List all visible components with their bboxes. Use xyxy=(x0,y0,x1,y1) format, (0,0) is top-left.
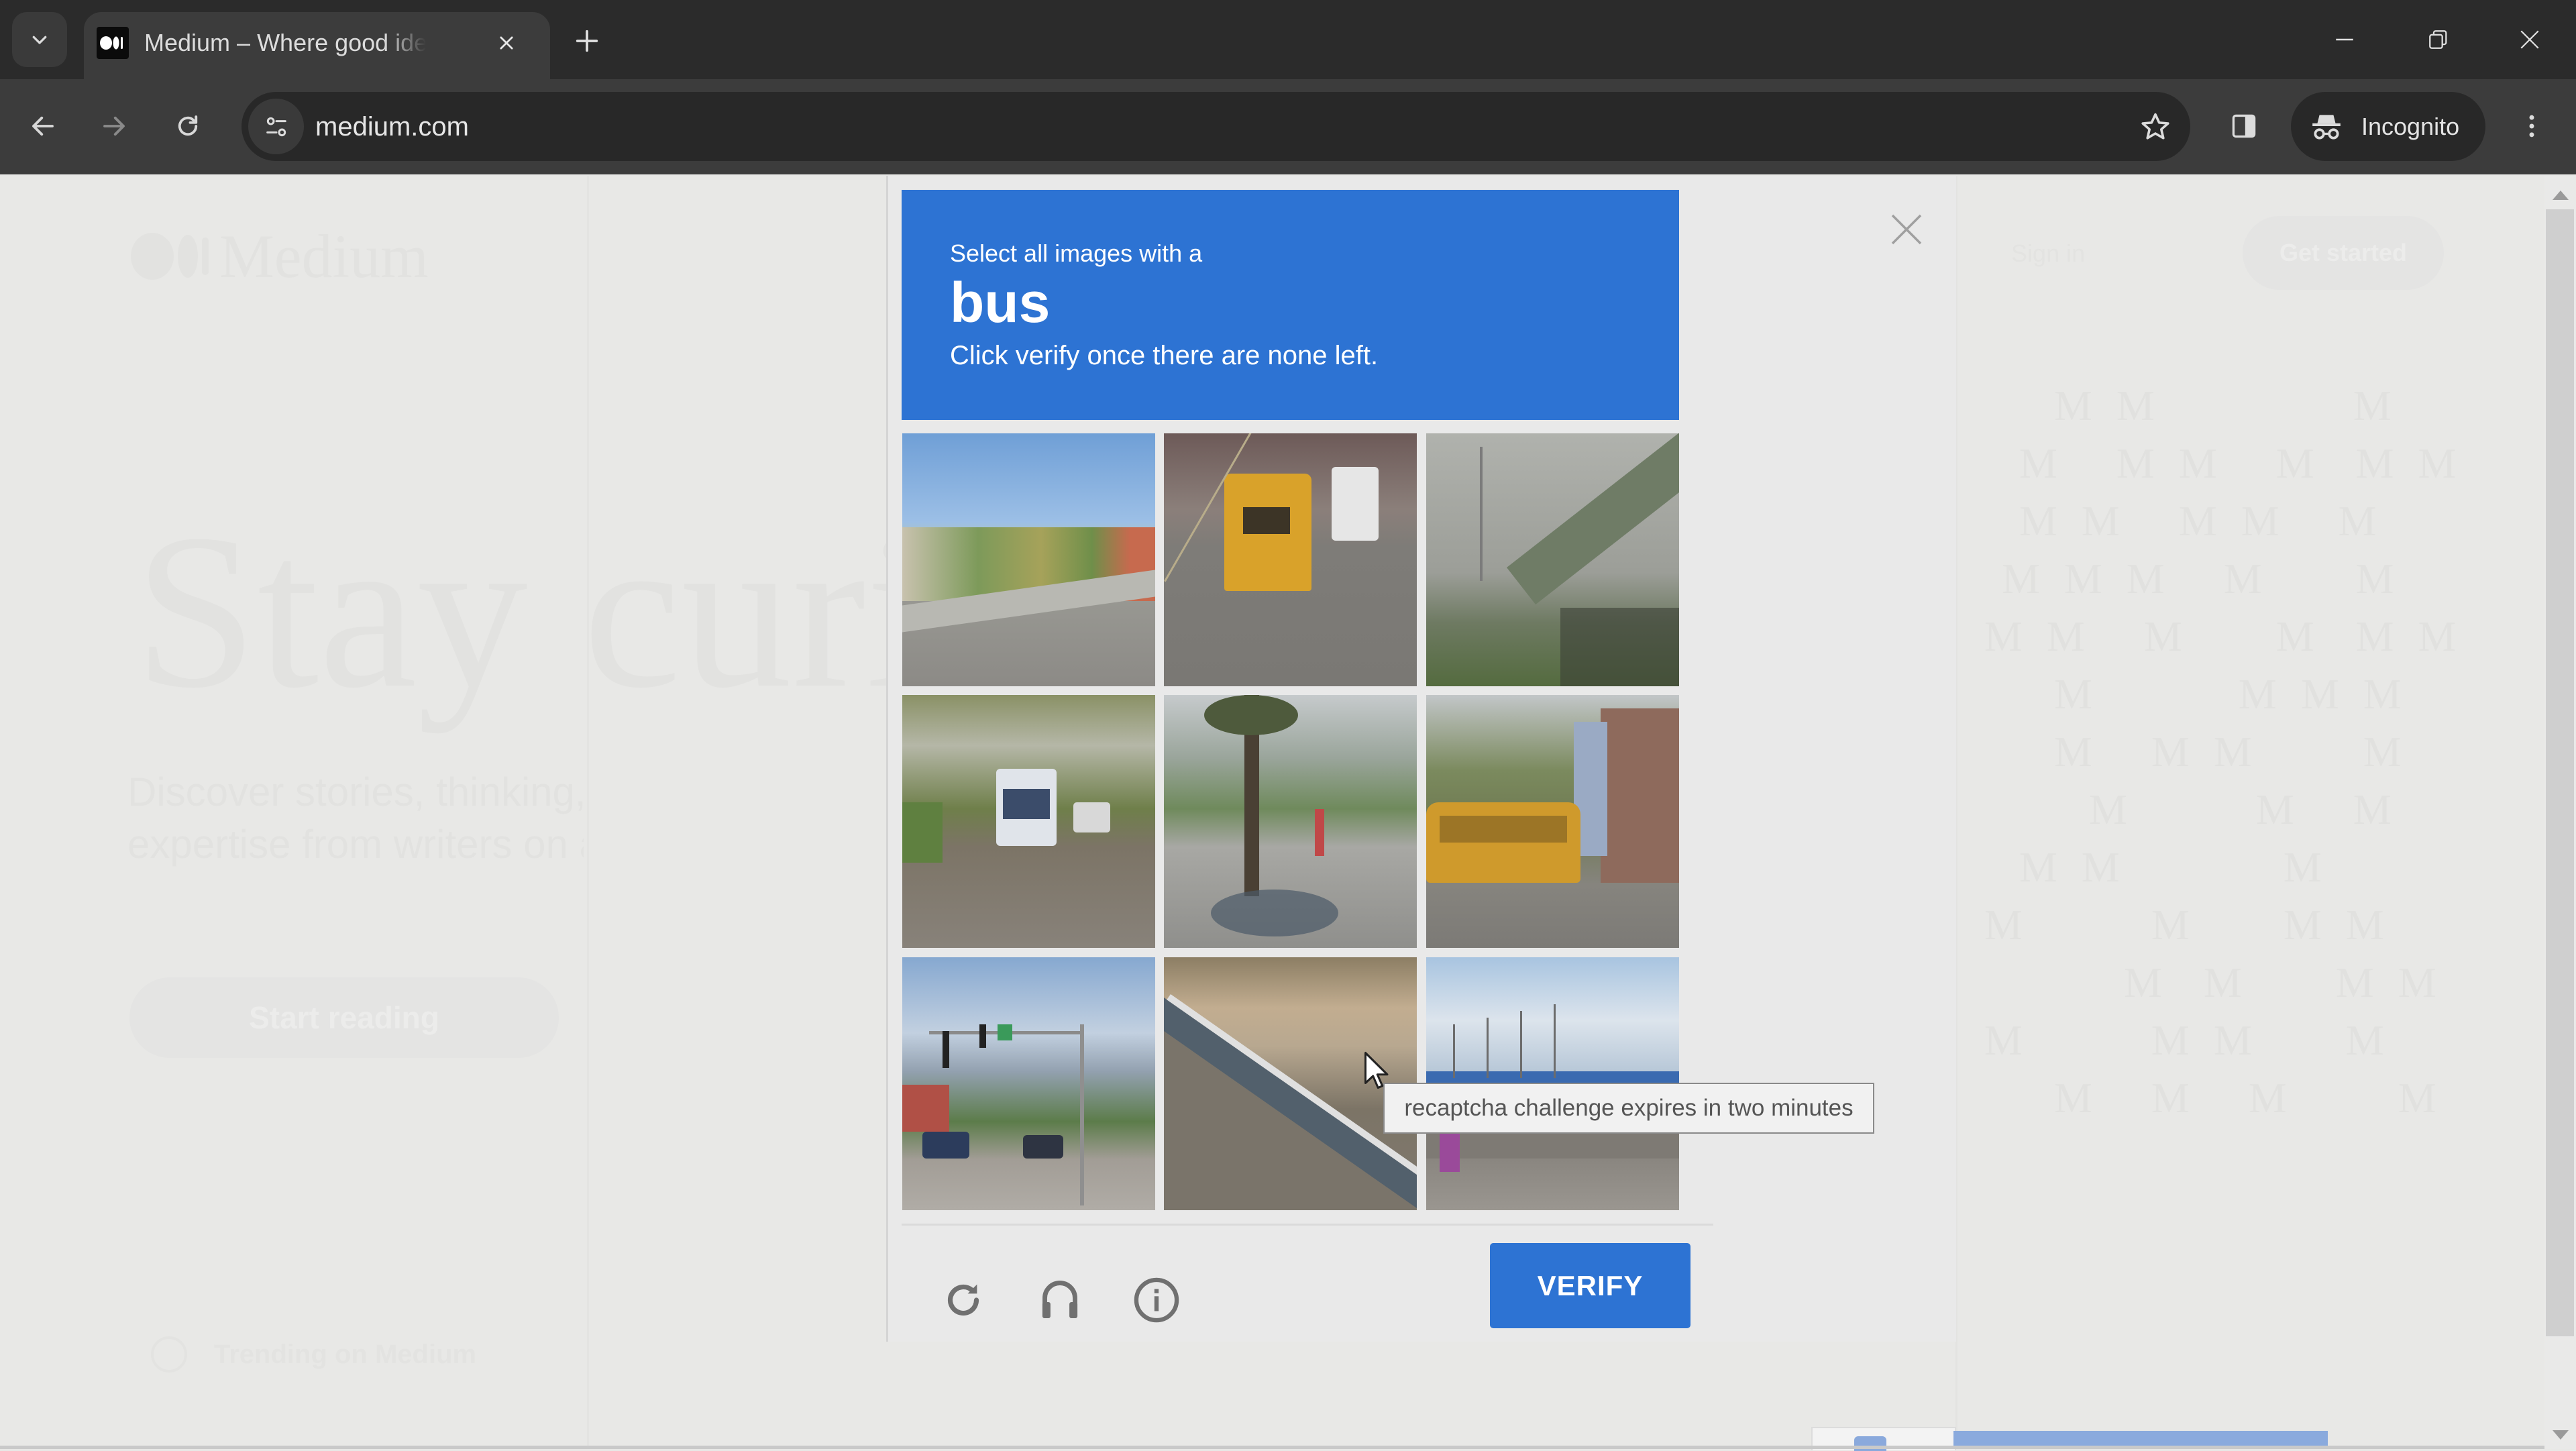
plus-icon xyxy=(576,30,598,52)
chevron-down-icon xyxy=(32,36,47,44)
challenge-prompt: Select all images with a xyxy=(950,239,1203,267)
trending-heading: Trending on Medium xyxy=(151,1336,476,1373)
reload-icon xyxy=(947,1284,979,1316)
bookmark-button[interactable] xyxy=(2135,107,2176,147)
browser-menu-button[interactable] xyxy=(2505,99,2559,153)
page-scrollbar[interactable] xyxy=(2544,176,2576,1449)
tab-medium[interactable]: Medium – Where good ideas find you xyxy=(84,12,550,79)
medium-logo: Medium xyxy=(131,222,429,290)
start-reading-button[interactable]: Start reading xyxy=(129,977,559,1058)
reload-button[interactable] xyxy=(161,99,215,153)
image-tile-1[interactable] xyxy=(902,433,1155,686)
arrow-left-icon xyxy=(32,116,54,136)
info-icon xyxy=(1134,1277,1179,1323)
verify-button[interactable]: VERIFY xyxy=(1490,1243,1690,1328)
back-button[interactable] xyxy=(16,99,70,153)
hero-subtitle: Discover stories, thinking, and expertis… xyxy=(127,766,584,871)
image-tile-3[interactable] xyxy=(1426,433,1679,686)
reload-challenge-button[interactable] xyxy=(933,1270,994,1330)
m-pattern-row: M M M M M xyxy=(1984,497,2383,545)
expiry-tooltip: recaptcha challenge expires in two minut… xyxy=(1383,1083,1874,1134)
scroll-thumb[interactable] xyxy=(2546,209,2574,1336)
restore-icon xyxy=(2429,30,2447,49)
window-bottom-edge xyxy=(0,1446,2544,1449)
get-started-button[interactable]: Get started xyxy=(2243,216,2444,290)
scroll-up-arrow-icon[interactable] xyxy=(2553,191,2569,200)
reload-icon xyxy=(178,115,198,136)
m-pattern-row: M M M M M M xyxy=(1984,612,2463,660)
headphones-icon xyxy=(1042,1281,1078,1318)
minimize-button[interactable] xyxy=(2308,15,2381,64)
m-pattern-row: M M M M xyxy=(1984,959,2443,1006)
left-panel: Medium Stay curious. Discover stories, t… xyxy=(0,176,1290,1449)
tab-strip: Medium – Where good ideas find you xyxy=(0,0,2576,79)
forward-button[interactable] xyxy=(87,99,141,153)
help-info-button[interactable] xyxy=(1126,1270,1187,1330)
image-tile-6[interactable] xyxy=(1426,695,1679,948)
hero-subtitle-line-1: Discover stories, thinking, and xyxy=(127,769,584,814)
m-pattern-row: M M M M M M xyxy=(1984,439,2463,487)
mouse-cursor-icon xyxy=(1364,1052,1389,1089)
m-pattern-row: M M M xyxy=(1984,382,2398,429)
side-panel-button[interactable] xyxy=(2217,99,2271,153)
tab-title: Medium – Where good ideas find you xyxy=(144,29,426,56)
close-icon[interactable] xyxy=(1888,211,1925,248)
image-tile-5[interactable] xyxy=(1164,695,1417,948)
arrow-right-icon xyxy=(103,116,125,136)
m-pattern-illustration: M M M M M M M M M M M M M M M M M M M M M… xyxy=(1984,377,2534,1127)
recaptcha-modal: Select all images with a bus Click verif… xyxy=(886,176,1956,1342)
m-pattern-row: M M M M xyxy=(1984,901,2391,949)
new-tab-button[interactable] xyxy=(570,24,604,58)
medium-logo-icon xyxy=(131,233,209,280)
challenge-instruction: Click verify once there are none left. xyxy=(950,341,1379,370)
m-pattern-row: M M M M xyxy=(1984,728,2408,775)
incognito-icon xyxy=(2312,115,2341,140)
hero-subtitle-line-2: expertise from writers on any topic. xyxy=(127,822,584,867)
browser-toolbar: medium.com Incognito xyxy=(0,79,2576,174)
challenge-target: bus xyxy=(950,271,1051,334)
incognito-indicator[interactable]: Incognito xyxy=(2291,92,2485,161)
star-icon xyxy=(2141,113,2169,140)
tab-close-button[interactable] xyxy=(492,28,521,58)
trending-icon xyxy=(151,1336,187,1373)
m-pattern-row: M M M xyxy=(1984,786,2398,833)
kebab-menu-icon xyxy=(2529,115,2534,138)
tune-icon xyxy=(266,117,286,136)
close-icon xyxy=(500,36,513,50)
right-panel: Sign in Get started M M M M M M M M M M … xyxy=(1955,176,2544,1449)
medium-logo-text: Medium xyxy=(219,222,429,290)
m-pattern-row: M M M M xyxy=(1984,1074,2443,1122)
image-tile-7[interactable] xyxy=(902,957,1155,1210)
scroll-down-arrow-icon[interactable] xyxy=(2553,1430,2569,1440)
address-bar[interactable]: medium.com xyxy=(241,92,2190,161)
footer-divider xyxy=(902,1224,1713,1226)
side-panel-icon xyxy=(2232,114,2256,138)
m-pattern-row: M M M M xyxy=(1984,1016,2391,1064)
image-tile-4[interactable] xyxy=(902,695,1155,948)
trending-label: Trending on Medium xyxy=(214,1339,477,1369)
tab-search-button[interactable] xyxy=(12,12,67,67)
m-pattern-row: M M M xyxy=(1984,843,2328,891)
audio-challenge-button[interactable] xyxy=(1030,1270,1090,1330)
close-icon xyxy=(2520,30,2539,49)
medium-logo-icon xyxy=(97,27,129,59)
minimize-icon xyxy=(2336,38,2353,41)
image-tile-2[interactable] xyxy=(1164,433,1417,686)
m-pattern-row: M M M M M xyxy=(1984,555,2401,602)
recaptcha-challenge: Select all images with a bus Click verif… xyxy=(902,190,1713,1328)
url-text: medium.com xyxy=(315,112,469,142)
restore-button[interactable] xyxy=(2402,15,2475,64)
site-info-button[interactable] xyxy=(248,99,304,154)
incognito-label: Incognito xyxy=(2361,113,2460,140)
sign-in-link[interactable]: Sign in xyxy=(2011,239,2085,268)
m-pattern-row: M M M M xyxy=(1984,670,2408,718)
window-close-button[interactable] xyxy=(2493,15,2567,64)
challenge-header: Select all images with a bus Click verif… xyxy=(902,190,1679,420)
